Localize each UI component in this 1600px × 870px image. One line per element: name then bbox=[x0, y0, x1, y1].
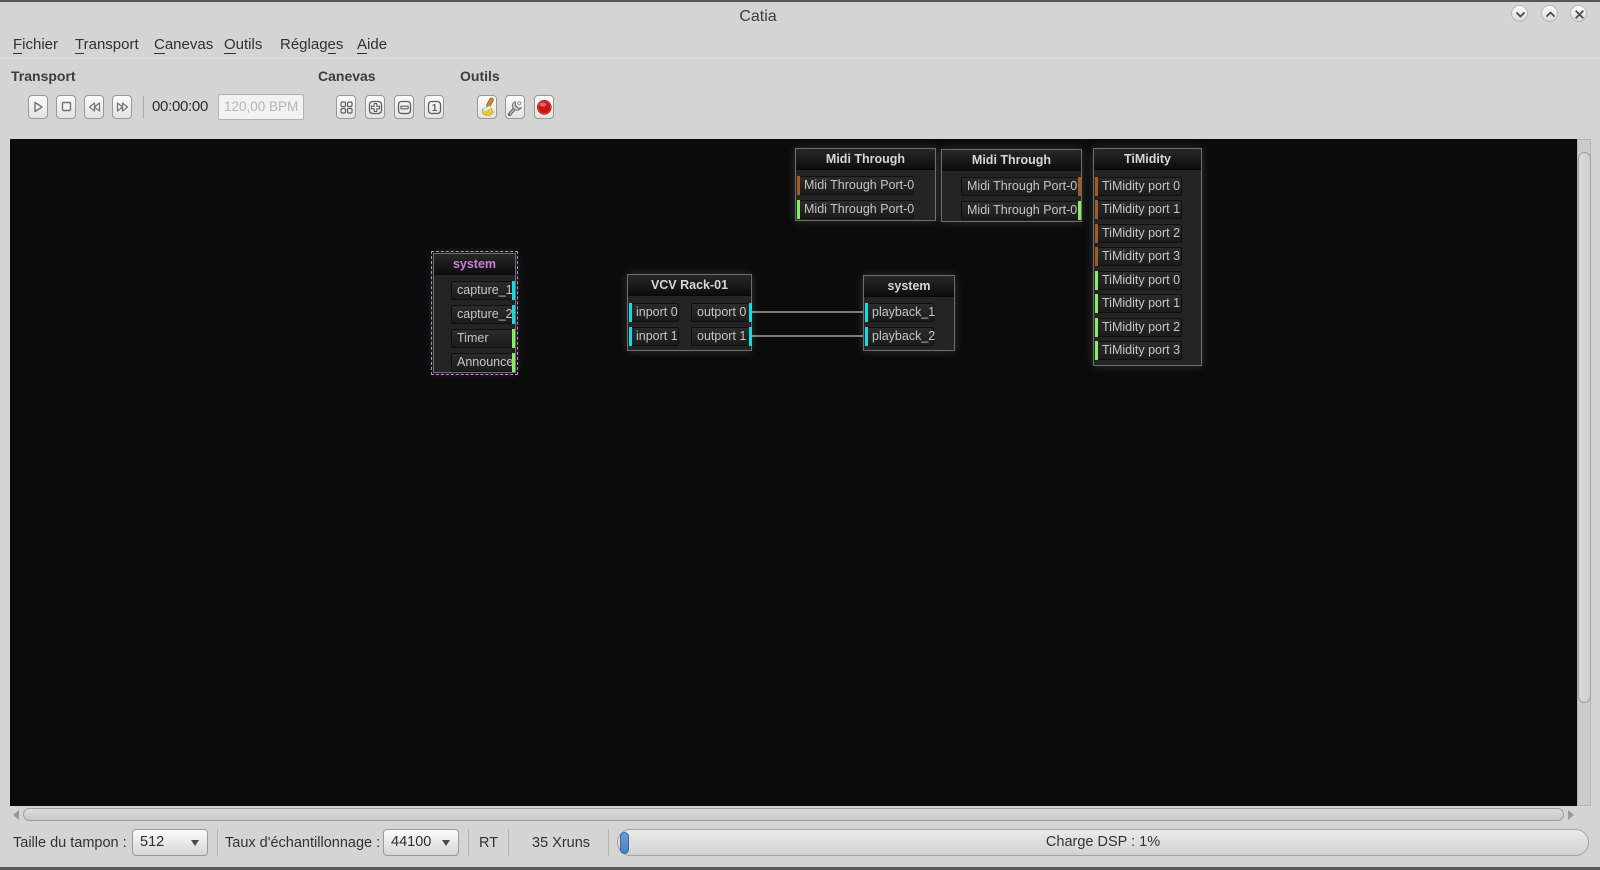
svg-text:1: 1 bbox=[432, 103, 438, 114]
